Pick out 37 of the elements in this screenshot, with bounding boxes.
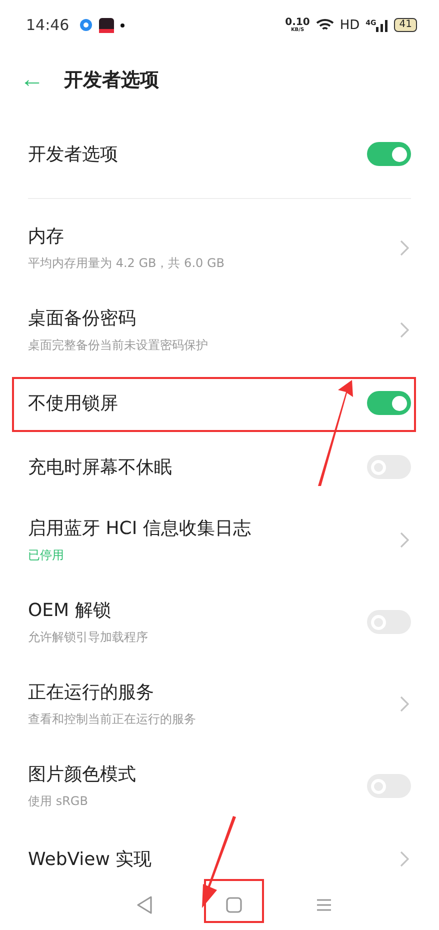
setting-title: 充电时屏幕不休眠	[28, 456, 172, 479]
home-nav-icon[interactable]	[226, 897, 242, 913]
toggle-switch[interactable]	[367, 142, 411, 166]
setting-title: 开发者选项	[28, 143, 118, 166]
setting-subtitle: 已停用	[28, 547, 65, 564]
app-dot-icon	[79, 18, 94, 32]
setting-title: WebView 实现	[28, 848, 152, 871]
setting-subtitle: 使用 sRGB	[28, 793, 89, 810]
app-icon	[99, 18, 114, 32]
setting-title: OEM 解锁	[28, 599, 112, 622]
setting-subtitle: 桌面完整备份当前未设置密码保护	[28, 337, 208, 354]
setting-subtitle: 平均内存用量为 4.2 GB，共 6.0 GB	[28, 255, 224, 272]
chevron-right-icon	[400, 696, 409, 712]
setting-title: 启用蓝牙 HCI 信息收集日志	[28, 517, 251, 540]
menu-nav-icon[interactable]	[316, 898, 332, 912]
setting-subtitle: 允许解锁引导加载程序	[28, 629, 148, 646]
setting-title: 图片颜色模式	[28, 763, 136, 786]
page-title: 开发者选项	[64, 68, 159, 93]
chevron-right-icon	[400, 851, 409, 867]
wifi-icon	[316, 18, 334, 32]
back-button[interactable]: ←	[20, 68, 44, 92]
setting-title: 正在运行的服务	[28, 681, 155, 704]
network-label: HD	[340, 18, 360, 32]
signal-icon	[376, 18, 388, 32]
notification-dot-icon	[120, 22, 126, 28]
back-nav-icon[interactable]	[136, 896, 153, 914]
speed-value: 0.10	[285, 18, 310, 28]
toggle-switch[interactable]	[367, 391, 411, 415]
chevron-right-icon	[400, 240, 409, 256]
setting-title: 不使用锁屏	[28, 392, 118, 415]
setting-subtitle: 查看和控制当前正在运行的服务	[28, 711, 196, 728]
chevron-right-icon	[400, 322, 409, 338]
battery-indicator: 41	[394, 18, 417, 32]
setting-title: 桌面备份密码	[28, 307, 137, 330]
setting-title: 内存	[28, 225, 65, 248]
chevron-right-icon	[400, 532, 409, 548]
status-time: 14:46	[26, 16, 70, 34]
